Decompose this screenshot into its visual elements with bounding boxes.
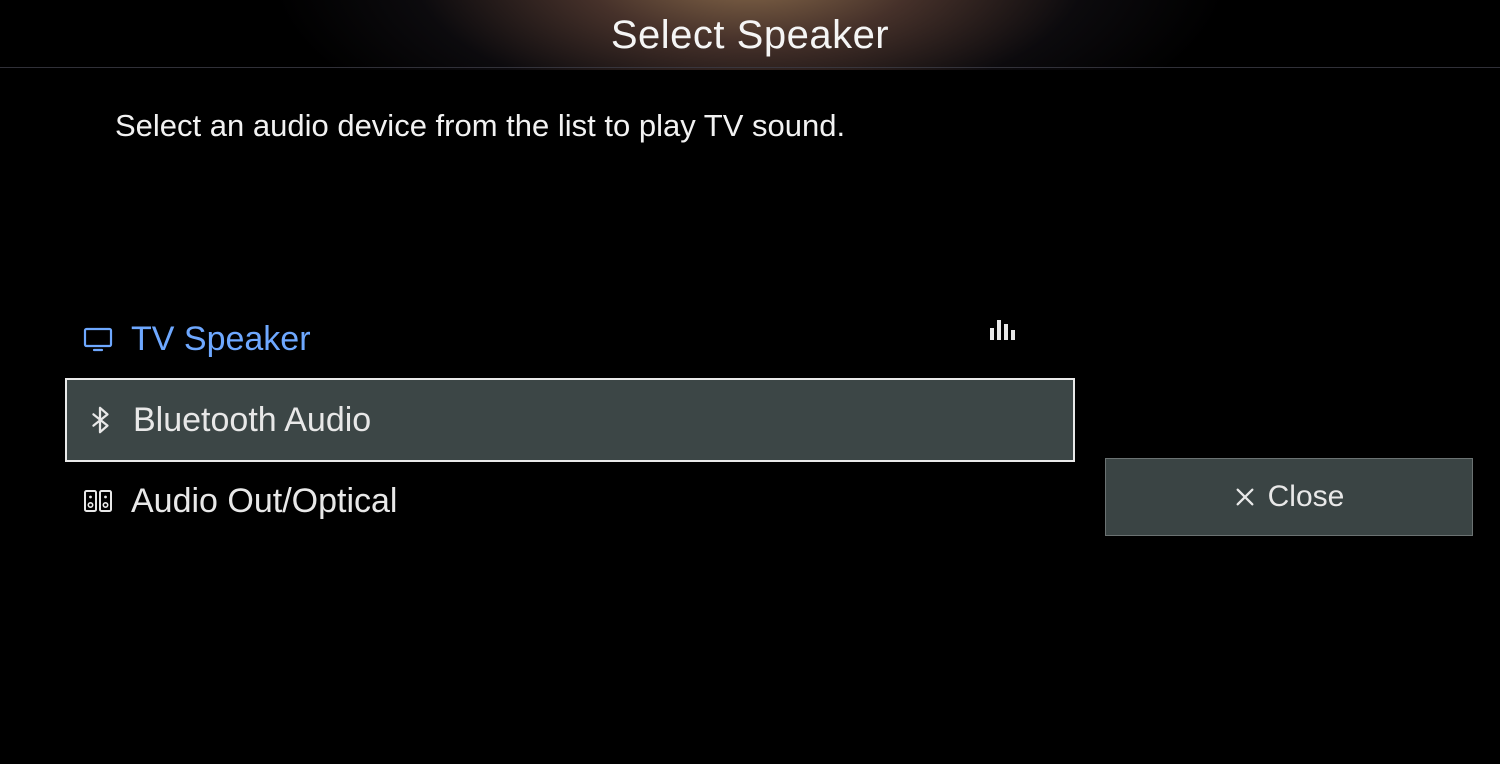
close-button-label: Close [1268, 480, 1345, 514]
speaker-item-bluetooth[interactable]: Bluetooth Audio [65, 378, 1075, 462]
close-button[interactable]: Close [1105, 458, 1473, 536]
speaker-list: TV Speaker Bluetooth Audio Audio Out/Opt… [65, 300, 1075, 540]
header-divider [0, 67, 1500, 68]
subtitle-text: Select an audio device from the list to … [115, 108, 845, 144]
close-icon [1234, 486, 1256, 508]
speaker-item-label: TV Speaker [131, 320, 311, 359]
speaker-item-label: Audio Out/Optical [131, 482, 397, 521]
speaker-item-label: Bluetooth Audio [133, 401, 371, 440]
speaker-item-tv[interactable]: TV Speaker [65, 300, 1075, 378]
tv-icon [79, 320, 117, 358]
audio-output-icon [79, 482, 117, 520]
header: Select Speaker [0, 0, 1500, 70]
bluetooth-icon [81, 401, 119, 439]
page-title: Select Speaker [611, 13, 889, 58]
speaker-item-optical[interactable]: Audio Out/Optical [65, 462, 1075, 540]
